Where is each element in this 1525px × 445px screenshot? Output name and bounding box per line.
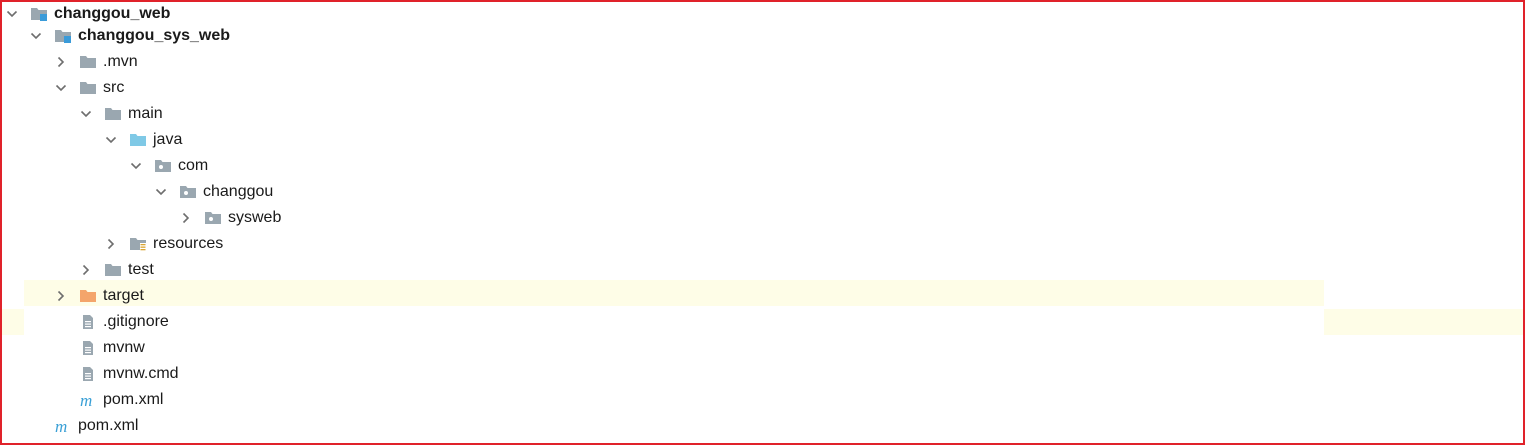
tree-item-label: changgou_sys_web [78, 27, 231, 44]
tree-item-test[interactable]: test [80, 257, 154, 283]
folder-icon [104, 262, 122, 278]
caret-row-highlight-left [2, 309, 24, 335]
tree-item-com[interactable]: com [130, 153, 208, 179]
chevron-down-icon[interactable] [80, 108, 92, 120]
text-file-icon [79, 340, 97, 356]
module-folder-icon [30, 6, 48, 22]
tree-item-pom-xml[interactable]: m pom.xml [30, 413, 138, 439]
tree-item-label: sysweb [228, 209, 282, 226]
excluded-folder-icon [79, 288, 97, 304]
package-icon [204, 210, 222, 226]
tree-item-label: pom.xml [78, 417, 139, 434]
tree-item-resources[interactable]: resources [105, 231, 223, 257]
svg-text:m: m [55, 418, 67, 434]
caret-row-highlight-right [1324, 309, 1523, 335]
tree-item-java[interactable]: java [105, 127, 182, 153]
chevron-down-icon[interactable] [155, 186, 167, 198]
chevron-right-icon[interactable] [105, 238, 117, 250]
tree-item-label: java [153, 131, 183, 148]
chevron-right-icon[interactable] [55, 56, 67, 68]
text-file-icon [79, 366, 97, 382]
package-icon [179, 184, 197, 200]
tree-item-label: target [103, 287, 144, 304]
tree-item-label: resources [153, 235, 224, 252]
tree-item-gitignore[interactable]: .gitignore [55, 309, 169, 335]
package-icon [154, 158, 172, 174]
folder-icon [104, 106, 122, 122]
chevron-right-icon[interactable] [80, 264, 92, 276]
project-tree-panel: changgou_web changgou_sys_web .mvn src main j… [0, 0, 1525, 445]
chevron-down-icon[interactable] [130, 160, 142, 172]
maven-file-icon: m [54, 418, 72, 434]
text-file-icon [79, 314, 97, 330]
tree-item-label: com [178, 157, 209, 174]
folder-icon [79, 54, 97, 70]
source-folder-icon [129, 132, 147, 148]
tree-item-main[interactable]: main [80, 101, 163, 127]
chevron-down-icon[interactable] [30, 30, 42, 42]
folder-icon [79, 80, 97, 96]
svg-text:m: m [80, 392, 92, 408]
tree-item-mvnw-cmd[interactable]: mvnw.cmd [55, 361, 179, 387]
resources-folder-icon [129, 236, 147, 252]
tree-item-changgou[interactable]: changgou [155, 179, 273, 205]
module-folder-icon [54, 28, 72, 44]
chevron-right-icon[interactable] [180, 212, 192, 224]
selected-row-highlight [24, 280, 1324, 306]
tree-item-changgou-sys-web[interactable]: changgou_sys_web [30, 23, 230, 49]
tree-item-label: .gitignore [103, 313, 169, 330]
maven-file-icon: m [79, 392, 97, 408]
tree-item-sysweb[interactable]: sysweb [180, 205, 281, 231]
tree-item-label: mvnw.cmd [103, 365, 179, 382]
tree-item-mvn[interactable]: .mvn [55, 49, 138, 75]
chevron-right-icon[interactable] [55, 290, 67, 302]
tree-item-label: main [128, 105, 163, 122]
tree-item-label: mvnw [103, 339, 145, 356]
chevron-down-icon[interactable] [6, 8, 18, 20]
tree-item-pom-xml[interactable]: m pom.xml [55, 387, 163, 413]
tree-item-target[interactable]: target [55, 283, 144, 309]
tree-item-mvnw[interactable]: mvnw [55, 335, 145, 361]
tree-item-label: changgou [203, 183, 274, 200]
tree-item-label: pom.xml [103, 391, 164, 408]
tree-item-label: changgou_web [54, 5, 171, 22]
chevron-down-icon[interactable] [105, 134, 117, 146]
chevron-down-icon[interactable] [55, 82, 67, 94]
tree-item-label: src [103, 79, 125, 96]
tree-item-label: .mvn [103, 53, 138, 70]
tree-item-src[interactable]: src [55, 75, 124, 101]
tree-item-label: test [128, 261, 154, 278]
